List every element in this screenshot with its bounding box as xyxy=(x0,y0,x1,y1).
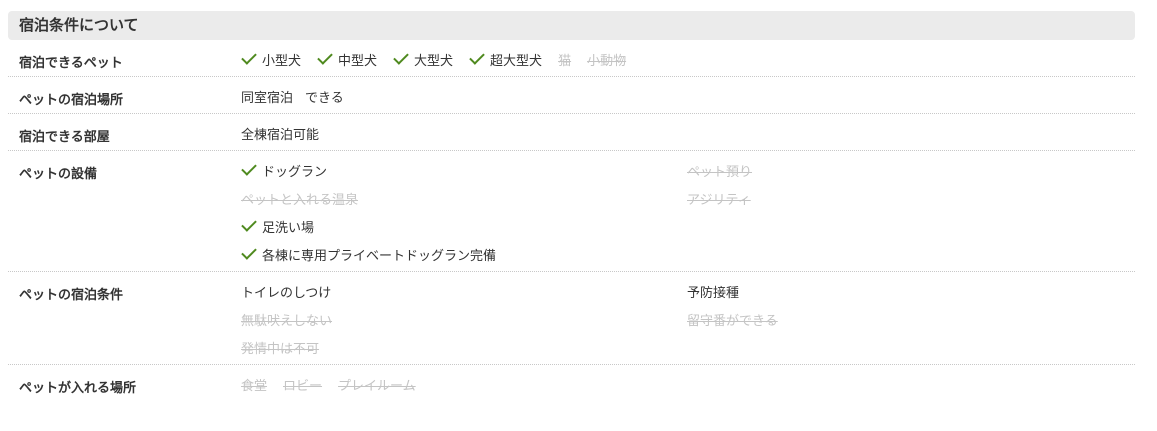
item-label: 食堂 xyxy=(241,378,268,394)
row-pet-facilities: ペットの設備 ドッグラン ペット預りペットと入れる温泉 アジリティ足洗い場各棟に専用… xyxy=(8,151,1135,272)
lodging-place-sub: できる xyxy=(305,90,344,106)
available-item: 各棟に専用プライベートドッグラン完備 xyxy=(241,243,687,265)
row-label: 宿泊できるペット xyxy=(19,56,123,71)
available-item: 予防接種 xyxy=(687,280,1135,302)
row-label: ペットが入れる場所 xyxy=(19,381,137,396)
item-label: ペットと入れる温泉 xyxy=(241,192,359,208)
row-label: 宿泊できる部屋 xyxy=(19,130,110,145)
item-label: 留守番ができる xyxy=(687,313,778,329)
check-icon xyxy=(469,48,485,65)
unavailable-item: 猫 xyxy=(558,50,571,69)
item-label: プレイルーム xyxy=(338,378,416,394)
row-pet-lodging-place: ペットの宿泊場所 同室宿泊 できる xyxy=(8,77,1135,114)
row-value: 小型犬 中型犬 大型犬 超大型犬猫小動物 xyxy=(241,40,1135,76)
item-label: 中型犬 xyxy=(338,53,378,69)
unavailable-item: 発情中は不可 xyxy=(241,336,687,358)
unavailable-item: ペットと入れる温泉 xyxy=(241,187,687,209)
item-label: 予防接種 xyxy=(687,285,740,301)
available-item: 足洗い場 xyxy=(241,215,687,237)
item-label: トイレのしつけ xyxy=(241,285,332,301)
row-value: 同室宿泊 できる xyxy=(241,77,1135,113)
unavailable-item: プレイルーム xyxy=(338,375,416,394)
row-rooms: 宿泊できる部屋 全棟宿泊可能 xyxy=(8,114,1135,151)
item-label: 小動物 xyxy=(587,53,627,69)
accessible-place-list: 食堂 ロビー プレイルーム xyxy=(241,373,1135,395)
pet-type-list: 小型犬 中型犬 大型犬 超大型犬猫小動物 xyxy=(241,48,1135,70)
item-label: 足洗い場 xyxy=(262,220,315,236)
facility-grid: ドッグラン ペット預りペットと入れる温泉 アジリティ足洗い場各棟に専用プライベートド… xyxy=(241,159,1135,265)
row-pet-conditions: ペットの宿泊条件 トイレのしつけ 予防接種無駄吠えしない 留守番ができる発情中は不可 xyxy=(8,272,1135,365)
item-label: 超大型犬 xyxy=(490,53,543,69)
row-pets-allowed: 宿泊できるペット 小型犬 中型犬 大型犬 超大型犬猫小動物 xyxy=(8,40,1135,77)
empty-cell xyxy=(687,215,1135,237)
item-label: ドッグラン xyxy=(262,164,328,180)
condition-grid: トイレのしつけ 予防接種無駄吠えしない 留守番ができる発情中は不可 xyxy=(241,280,1135,358)
available-item: 小型犬 xyxy=(241,48,302,69)
row-value: トイレのしつけ 予防接種無駄吠えしない 留守番ができる発情中は不可 xyxy=(241,272,1135,364)
item-label: アジリティ xyxy=(687,192,751,208)
check-icon xyxy=(241,243,257,260)
unavailable-item: 小動物 xyxy=(587,50,626,69)
row-label: ペットの宿泊条件 xyxy=(19,288,124,303)
unavailable-item: アジリティ xyxy=(687,187,1135,209)
row-label: ペットの設備 xyxy=(19,167,98,182)
empty-cell xyxy=(687,336,1135,358)
rooms-value: 全棟宿泊可能 xyxy=(241,127,320,143)
item-label: 大型犬 xyxy=(414,53,454,69)
item-label: 小型犬 xyxy=(262,53,302,69)
unavailable-item: ペット預り xyxy=(687,159,1135,181)
item-label: ペット預り xyxy=(687,164,753,180)
unavailable-item: 無駄吠えしない xyxy=(241,308,687,330)
row-value: 全棟宿泊可能 xyxy=(241,114,1135,150)
item-label: 猫 xyxy=(558,53,572,69)
unavailable-item: 食堂 xyxy=(241,375,267,394)
section-title: 宿泊条件について xyxy=(8,11,1135,40)
lodging-conditions-panel: 宿泊条件について 宿泊できるペット 小型犬 中型犬 大型犬 超大型犬猫小動物 ペットの… xyxy=(8,11,1135,401)
check-icon xyxy=(241,215,257,232)
check-icon xyxy=(241,48,257,65)
row-label: ペットの宿泊場所 xyxy=(19,93,124,108)
available-item: 超大型犬 xyxy=(469,48,543,69)
item-label: 発情中は不可 xyxy=(241,341,320,357)
check-icon xyxy=(393,48,409,65)
row-value: ドッグラン ペット預りペットと入れる温泉 アジリティ足洗い場各棟に専用プライベートド… xyxy=(241,151,1135,271)
available-item: 中型犬 xyxy=(317,48,378,69)
unavailable-item: 留守番ができる xyxy=(687,308,1135,330)
lodging-place-value: 同室宿泊 できる xyxy=(241,85,1135,107)
unavailable-item: ロビー xyxy=(283,375,322,394)
item-label: ロビー xyxy=(283,378,323,394)
available-item: 大型犬 xyxy=(393,48,454,69)
check-icon xyxy=(317,48,333,65)
available-item: トイレのしつけ xyxy=(241,280,687,302)
lodging-place-main: 同室宿泊 xyxy=(241,90,294,106)
item-label: 無駄吠えしない xyxy=(241,313,333,329)
row-pet-accessible-places: ペットが入れる場所 食堂 ロビー プレイルーム xyxy=(8,365,1135,401)
empty-cell xyxy=(687,243,1135,265)
available-item: ドッグラン xyxy=(241,159,687,181)
item-label: 各棟に専用プライベートドッグラン完備 xyxy=(262,248,497,264)
row-value: 食堂 ロビー プレイルーム xyxy=(241,365,1135,401)
check-icon xyxy=(241,159,257,176)
